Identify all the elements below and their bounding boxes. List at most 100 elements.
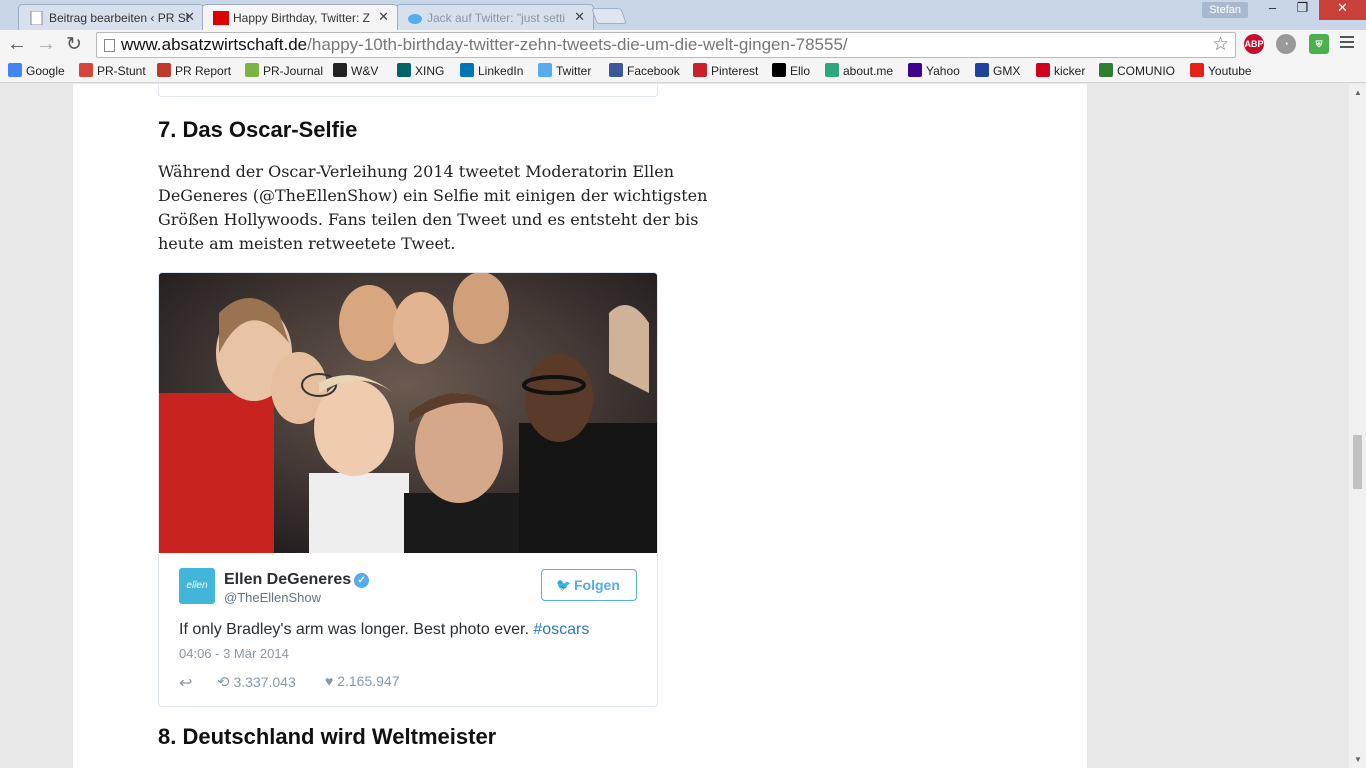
tab-beitrag-bearbeiten[interactable]: Beitrag bearbeiten ‹ PR St ✕	[18, 4, 204, 30]
tweet-author-name[interactable]: Ellen DeGeneres ✓	[224, 571, 370, 589]
reply-icon[interactable]: ↩	[179, 673, 192, 693]
article-column: 7. Das Oscar-Selfie Während der Oscar-Ve…	[73, 80, 1087, 768]
page-scrollbar[interactable]: ▲ ▼	[1349, 84, 1366, 768]
scroll-up-arrow-icon[interactable]: ▲	[1354, 88, 1362, 97]
hashtag-link[interactable]: #oscars	[533, 621, 589, 638]
bookmark-xing[interactable]: XING	[397, 63, 444, 78]
bookmark-about-me[interactable]: about.me	[825, 63, 893, 78]
new-tab-button[interactable]	[591, 8, 627, 24]
bookmark-label: PR-Stunt	[97, 64, 146, 78]
ello-icon	[772, 63, 786, 77]
linkedin-icon	[460, 63, 474, 77]
bookmark-linkedin[interactable]: LinkedIn	[460, 63, 523, 78]
bookmark-label: Ello	[790, 64, 811, 78]
close-tab-icon[interactable]: ✕	[574, 9, 585, 25]
bookmark-w-v[interactable]: W&V	[333, 63, 378, 78]
address-bar[interactable]: www.absatzwirtschaft.de/happy-10th-birth…	[96, 32, 1236, 58]
page-info-icon[interactable]	[104, 39, 115, 52]
bookmark-kicker[interactable]: kicker	[1036, 63, 1085, 78]
gmail-icon	[79, 63, 93, 77]
close-tab-icon[interactable]: ✕	[378, 9, 389, 25]
profile-user-button[interactable]: Stefan	[1202, 2, 1248, 18]
bookmark-facebook[interactable]: Facebook	[609, 63, 680, 78]
kicker-icon	[1036, 63, 1050, 77]
xing-icon	[397, 63, 411, 77]
pinterest-icon	[693, 63, 707, 77]
yahoo-icon	[908, 63, 922, 77]
twitter-bird-icon	[408, 14, 422, 24]
minimize-icon[interactable]: –	[1259, 0, 1286, 20]
bookmark-label: Pinterest	[711, 64, 759, 78]
tab-happy-birthday-twitter[interactable]: Happy Birthday, Twitter: Z ✕	[202, 4, 398, 30]
bookmark-ello[interactable]: Ello	[772, 63, 810, 78]
chrome-menu-icon[interactable]	[1340, 36, 1354, 51]
bookmark-youtube[interactable]: Youtube	[1190, 63, 1252, 78]
bookmark-pr-stunt[interactable]: PR-Stunt	[79, 63, 146, 78]
tab-jack-auf-twitter[interactable]: Jack auf Twitter: "just setti ✕	[396, 4, 594, 30]
twitter-icon	[538, 63, 552, 77]
tweet-date[interactable]: 04:06 - 3 Mär 2014	[179, 646, 289, 661]
embedded-tweet[interactable]: ellen Ellen DeGeneres ✓ @TheEllenShow 🐦 Fo…	[158, 272, 658, 707]
twitter-bird-icon: 🐦	[556, 578, 571, 592]
bookmark-yahoo[interactable]: Yahoo	[908, 63, 960, 78]
pr-journal-icon	[245, 63, 259, 77]
bookmark-label: kicker	[1054, 64, 1086, 78]
heart-icon: ♥	[325, 673, 334, 689]
window-close-icon[interactable]: ✕	[1319, 0, 1366, 20]
maximize-icon[interactable]: ❐	[1289, 0, 1316, 20]
bookmark-label: Google	[26, 64, 65, 78]
reload-icon[interactable]: ↻	[66, 33, 82, 56]
bookmark-pr-journal[interactable]: PR-Journal	[245, 63, 323, 78]
wuv-icon	[333, 63, 347, 77]
verified-badge-icon: ✓	[354, 573, 370, 588]
page-icon	[30, 11, 43, 25]
url-host: www.absatzwirtschaft.de	[121, 35, 308, 54]
section-7-paragraph: Während der Oscar-Verleihung 2014 tweete…	[158, 162, 708, 253]
bookmark-gmx[interactable]: GMX	[975, 63, 1020, 78]
bookmark-pr-report[interactable]: PR Report	[157, 63, 231, 78]
section-heading-7: 7. Das Oscar-Selfie	[158, 117, 358, 142]
bookmark-label: XING	[415, 64, 445, 78]
google-icon	[8, 63, 22, 77]
like-action[interactable]: ♥ 2.165.947	[325, 673, 400, 689]
speed-counter-icon[interactable]: ◔	[1276, 34, 1296, 54]
previous-tweet-card-edge	[158, 80, 658, 97]
follow-label: Folgen	[574, 577, 620, 593]
bookmark-label: PR Report	[175, 64, 232, 78]
tab-title: Jack auf Twitter: "just setti	[427, 11, 566, 25]
browser-toolbar: ← → ↻ www.absatzwirtschaft.de/happy-10th…	[0, 30, 1366, 60]
tweet-author-name-text: Ellen DeGeneres	[224, 571, 352, 588]
facebook-icon	[609, 63, 623, 77]
close-tab-icon[interactable]: ✕	[184, 9, 195, 25]
bookmark-twitter[interactable]: Twitter	[538, 63, 591, 78]
tab-strip: Beitrag bearbeiten ‹ PR St ✕ Happy Birth…	[0, 0, 1366, 30]
bookmark-label: PR-Journal	[263, 64, 324, 78]
section-heading-8: 8. Deutschland wird Weltmeister	[158, 724, 497, 749]
oscar-selfie-photo[interactable]	[159, 273, 657, 553]
follow-button[interactable]: 🐦 Folgen	[541, 569, 637, 601]
bookmark-label: Twitter	[556, 64, 592, 78]
tweet-author-handle[interactable]: @TheEllenShow	[224, 590, 321, 605]
retweet-icon: ⟲	[217, 674, 230, 691]
gmx-icon	[975, 63, 989, 77]
pr-report-icon	[157, 63, 171, 77]
shield-extension-icon[interactable]: ⛨	[1309, 34, 1329, 54]
scroll-down-arrow-icon[interactable]: ▼	[1354, 755, 1362, 764]
scrollbar-thumb[interactable]	[1353, 435, 1362, 489]
retweet-action[interactable]: ⟲ 3.337.043	[217, 673, 296, 691]
bookmark-pinterest[interactable]: Pinterest	[693, 63, 758, 78]
bookmark-label: COMUNIO	[1117, 64, 1175, 78]
bookmark-label: LinkedIn	[478, 64, 524, 78]
back-arrow-icon[interactable]: ←	[7, 33, 27, 56]
url-path: /happy-10th-birthday-twitter-zehn-tweets…	[307, 35, 848, 54]
bookmark-label: Yahoo	[926, 64, 960, 78]
bookmark-star-icon[interactable]: ☆	[1212, 33, 1229, 57]
bookmark-comunio[interactable]: COMUNIO	[1099, 63, 1175, 78]
tab-title: Beitrag bearbeiten ‹ PR St	[49, 11, 190, 25]
bookmark-google[interactable]: Google	[8, 63, 65, 78]
ellen-avatar[interactable]: ellen	[179, 568, 215, 604]
forward-arrow-icon[interactable]: →	[36, 33, 56, 56]
bookmark-label: GMX	[993, 64, 1021, 78]
page-viewport: 7. Das Oscar-Selfie Während der Oscar-Ve…	[0, 80, 1366, 768]
adblock-plus-icon[interactable]: ABP	[1244, 34, 1264, 54]
